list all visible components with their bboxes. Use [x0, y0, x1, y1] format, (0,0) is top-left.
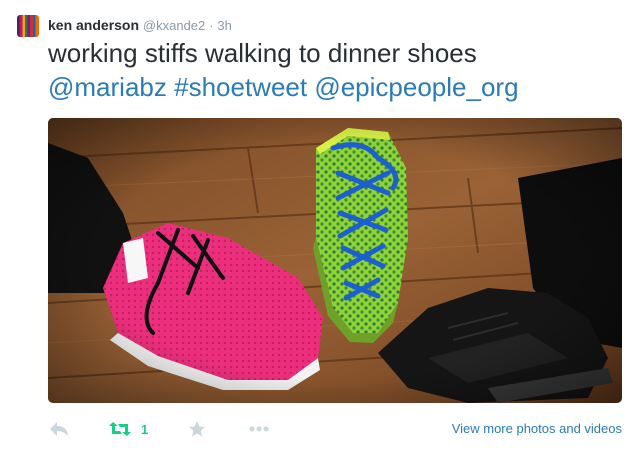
- separator: ·: [209, 18, 214, 33]
- more-button[interactable]: [248, 418, 270, 440]
- star-icon: [189, 421, 205, 437]
- hashtag-link[interactable]: #shoetweet: [174, 72, 307, 102]
- tweet-links: @mariabz #shoetweet @epicpeople_org: [48, 70, 628, 104]
- timestamp[interactable]: 3h: [217, 18, 231, 33]
- mention-link[interactable]: @mariabz: [48, 72, 167, 102]
- username[interactable]: @kxande2: [143, 18, 205, 33]
- tweet-text: working stiffs walking to dinner shoes @…: [48, 36, 628, 104]
- view-more-link[interactable]: View more photos and videos: [452, 421, 622, 436]
- tweet-text-line: working stiffs walking to dinner shoes: [48, 38, 477, 68]
- reply-icon: [50, 422, 68, 436]
- reply-button[interactable]: [48, 418, 70, 440]
- retweet-count: 1: [141, 421, 149, 437]
- tweet: ken anderson @kxande2 · 3h working stiff…: [0, 0, 638, 456]
- retweet-icon: [109, 422, 131, 436]
- avatar[interactable]: [17, 15, 39, 37]
- retweet-button[interactable]: 1: [108, 418, 148, 440]
- fullname[interactable]: ken anderson: [48, 17, 139, 33]
- tweet-header: ken anderson @kxande2 · 3h: [48, 16, 232, 35]
- ellipsis-icon: [249, 426, 269, 432]
- mention-link[interactable]: @epicpeople_org: [314, 72, 518, 102]
- favorite-button[interactable]: [188, 418, 206, 440]
- tweet-photo[interactable]: [48, 118, 622, 403]
- photo-shoes-icon: [48, 118, 622, 403]
- tweet-actions: 1 View more photos and videos: [48, 418, 628, 440]
